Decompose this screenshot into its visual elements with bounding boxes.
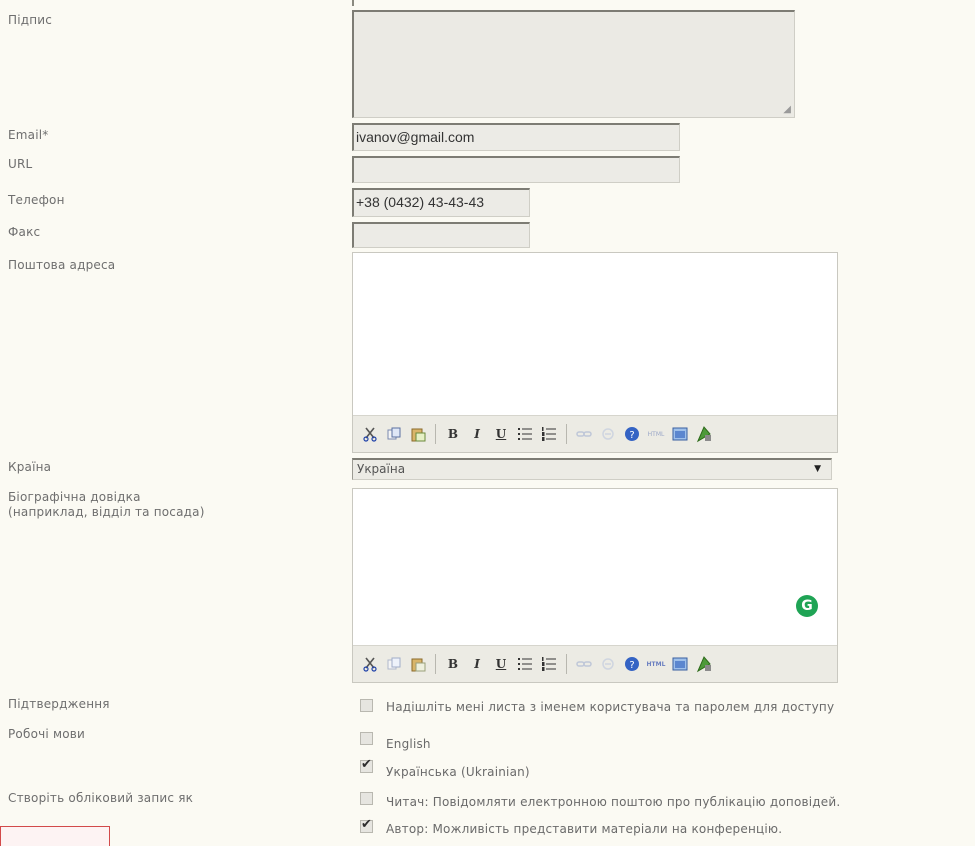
resize-handle-icon[interactable]: ◢ (783, 104, 791, 115)
phone-field[interactable]: +38 (0432) 43-43-43 (352, 188, 530, 217)
italic-icon[interactable]: I (466, 653, 488, 675)
html-icon[interactable]: HTML (645, 423, 667, 445)
toolbar-separator (435, 654, 436, 674)
author-checkbox[interactable]: ✔ (360, 817, 373, 833)
link-icon[interactable] (573, 423, 595, 445)
ukrainian-checkbox-label: Українська (Ukrainian) (386, 765, 530, 779)
bold-icon[interactable]: B (442, 423, 464, 445)
numbered-list-icon[interactable] (538, 653, 560, 675)
grammarly-icon[interactable]: G (796, 595, 818, 617)
bold-icon[interactable]: B (442, 653, 464, 675)
languages-label: Робочі мови (8, 727, 86, 741)
image-icon[interactable] (693, 653, 715, 675)
bio-hint-label: (наприклад, відділ та посада) (8, 505, 205, 519)
author-checkbox-label: Автор: Можливість представити матеріали … (386, 822, 783, 836)
url-field[interactable] (352, 156, 680, 183)
bullet-list-icon[interactable] (514, 423, 536, 445)
toolbar-separator (435, 424, 436, 444)
chevron-down-icon[interactable]: ▼ (814, 461, 821, 477)
copy-icon[interactable] (383, 423, 405, 445)
fullscreen-icon[interactable] (669, 653, 691, 675)
signature-textarea[interactable]: ◢ (352, 10, 795, 118)
bio-editor[interactable]: G B I U ? HTML (352, 488, 838, 683)
paste-icon[interactable] (407, 423, 429, 445)
fax-field[interactable] (352, 222, 530, 248)
fullscreen-icon[interactable] (669, 423, 691, 445)
copy-icon[interactable] (383, 653, 405, 675)
send-email-checkbox[interactable] (360, 699, 373, 712)
underline-icon[interactable]: U (490, 653, 512, 675)
submit-button-partial[interactable] (0, 826, 110, 846)
country-label: Країна (8, 460, 52, 474)
email-label: Email* (8, 128, 49, 142)
cut-icon[interactable] (359, 653, 381, 675)
checkmark-icon: ✔ (361, 757, 372, 772)
email-field[interactable]: ivanov@gmail.com (352, 123, 680, 151)
country-select[interactable]: Україна ▼ (352, 458, 832, 480)
numbered-list-icon[interactable] (538, 423, 560, 445)
create-account-label: Створіть обліковий запис як (8, 791, 194, 805)
svg-text:?: ? (629, 430, 634, 441)
underline-icon[interactable]: U (490, 423, 512, 445)
bio-editor-toolbar: B I U ? HTML (353, 645, 837, 682)
url-label: URL (8, 157, 33, 171)
unlink-icon[interactable] (597, 653, 619, 675)
bullet-list-icon[interactable] (514, 653, 536, 675)
html-icon[interactable]: HTML (645, 653, 667, 675)
previous-field-edge (352, 0, 354, 6)
toolbar-separator (566, 424, 567, 444)
postal-address-editor[interactable]: B I U ? HTML (352, 252, 838, 453)
paste-icon[interactable] (407, 653, 429, 675)
confirmation-label: Підтвердження (8, 697, 110, 711)
phone-label: Телефон (8, 193, 65, 207)
checkmark-icon: ✔ (361, 817, 372, 832)
help-icon[interactable]: ? (621, 423, 643, 445)
image-icon[interactable] (693, 423, 715, 445)
postal-address-label: Поштова адреса (8, 258, 116, 272)
english-checkbox-label: English (386, 737, 431, 751)
unlink-icon[interactable] (597, 423, 619, 445)
bio-label: Біографічна довідка (8, 490, 141, 504)
fax-label: Факс (8, 225, 41, 239)
reader-checkbox[interactable] (360, 792, 373, 805)
send-email-checkbox-label: Надішліть мені листа з іменем користувач… (386, 700, 835, 714)
italic-icon[interactable]: I (466, 423, 488, 445)
english-checkbox[interactable] (360, 732, 373, 745)
cut-icon[interactable] (359, 423, 381, 445)
postal-editor-toolbar: B I U ? HTML (353, 415, 837, 452)
toolbar-separator (566, 654, 567, 674)
ukrainian-checkbox[interactable]: ✔ (360, 757, 373, 773)
signature-label: Підпис (8, 13, 53, 27)
link-icon[interactable] (573, 653, 595, 675)
country-selected-value: Україна (357, 462, 406, 476)
help-icon[interactable]: ? (621, 653, 643, 675)
reader-checkbox-label: Читач: Повідомляти електронною поштою пр… (386, 795, 841, 809)
svg-text:?: ? (629, 660, 634, 671)
